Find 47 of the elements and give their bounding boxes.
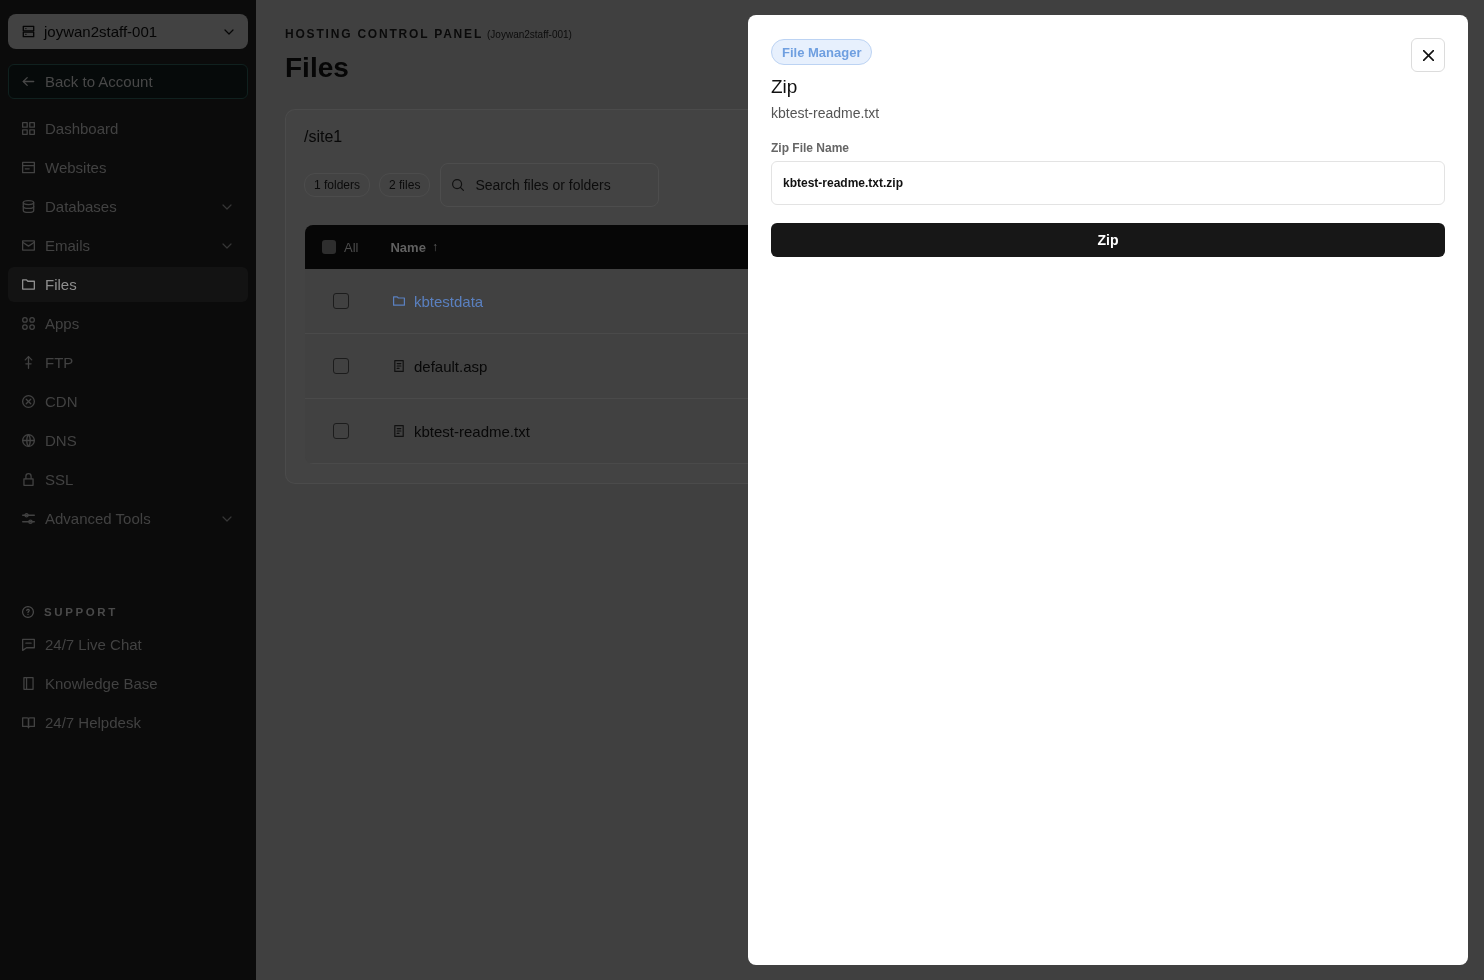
folder-link[interactable]: kbtestdata [414,292,484,310]
envelope-icon [22,239,35,252]
support-heading: SUPPORT [44,605,118,620]
row-checkbox[interactable] [333,293,349,309]
grid-icon [22,122,35,135]
folder-icon [393,295,405,307]
document-icon [393,360,405,372]
row-checkbox[interactable] [333,423,349,439]
file-name: kbtest-readme.txt [414,422,530,440]
page-title: Files [285,51,350,85]
field-label: Zip File Name [771,140,850,156]
count-chip: 1 folders [304,173,371,197]
sidebar-nav-item[interactable]: Files [8,267,248,302]
zip-name-field[interactable]: kbtest-readme.txt.zip [771,161,1445,205]
count-chip: 2 files [379,173,431,197]
dialog-subtitle: kbtest-readme.txt [771,104,880,122]
close-icon [1422,49,1434,61]
document-icon [393,425,405,437]
globe-icon [22,434,35,447]
row-checkbox[interactable] [333,358,349,374]
arrow-left-icon [22,75,35,88]
chevron-down-icon [224,28,234,35]
chat-icon [22,638,35,651]
arrow-up-icon [22,356,35,369]
current-path: /site1 [304,127,344,147]
database-icon [22,200,35,213]
folder-icon [22,278,35,291]
select-all-checkbox[interactable] [322,240,336,254]
back-to-account-link[interactable]: Back to Account [8,64,248,99]
close-button[interactable] [1411,38,1445,72]
circle-x-icon [22,395,35,408]
server-icon [22,25,35,38]
window-icon [22,161,35,174]
zip-button[interactable]: Zip [771,223,1445,257]
dialog-title: Zip [771,75,798,99]
help-icon [22,606,34,618]
account-selector[interactable]: joywan2staff-001 [8,14,248,49]
dots-grid-icon [22,317,35,330]
file-manager-badge: File Manager [771,39,873,65]
select-all-label: All [344,239,359,255]
sliders-icon [22,512,35,525]
search-icon [452,179,465,191]
book-icon [22,677,35,690]
book-open-icon [22,716,35,729]
lock-icon [22,473,35,486]
file-name: default.asp [414,357,488,375]
name-column-header[interactable]: Name ↑ [390,239,438,255]
